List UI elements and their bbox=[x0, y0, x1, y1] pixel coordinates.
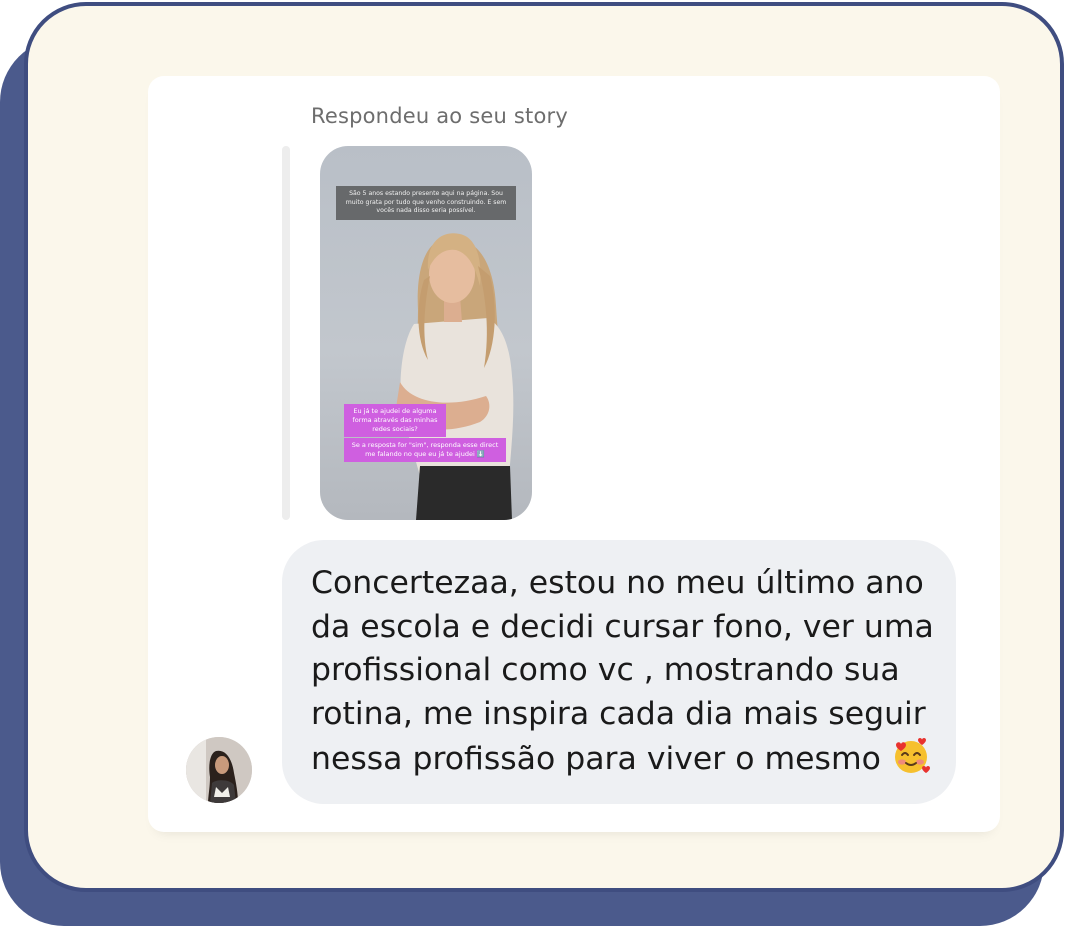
story-question-box: Eu já te ajudei de alguma forma através … bbox=[344, 404, 446, 437]
avatar-photo bbox=[186, 737, 252, 803]
message-bubble: Concertezaa, estou no meu último ano da … bbox=[282, 540, 956, 804]
testimonial-card: Respondeu ao seu story São 5 anos estand… bbox=[24, 2, 1064, 892]
reply-quote-bar bbox=[282, 146, 290, 520]
story-instruction-box: Se a resposta for "sim", responda esse d… bbox=[344, 438, 506, 462]
smiling-face-with-hearts-icon bbox=[894, 738, 930, 773]
message-text: Concertezaa, estou no meu último ano da … bbox=[311, 565, 934, 777]
story-top-caption: São 5 anos estando presente aqui na pági… bbox=[336, 186, 516, 220]
chat-panel: Respondeu ao seu story São 5 anos estand… bbox=[148, 76, 1000, 832]
sender-avatar[interactable] bbox=[186, 737, 252, 803]
story-thumbnail[interactable]: São 5 anos estando presente aqui na pági… bbox=[320, 146, 532, 520]
story-reply-label: Respondeu ao seu story bbox=[311, 104, 568, 128]
message-text-block: Concertezaa, estou no meu último ano da … bbox=[311, 562, 947, 782]
